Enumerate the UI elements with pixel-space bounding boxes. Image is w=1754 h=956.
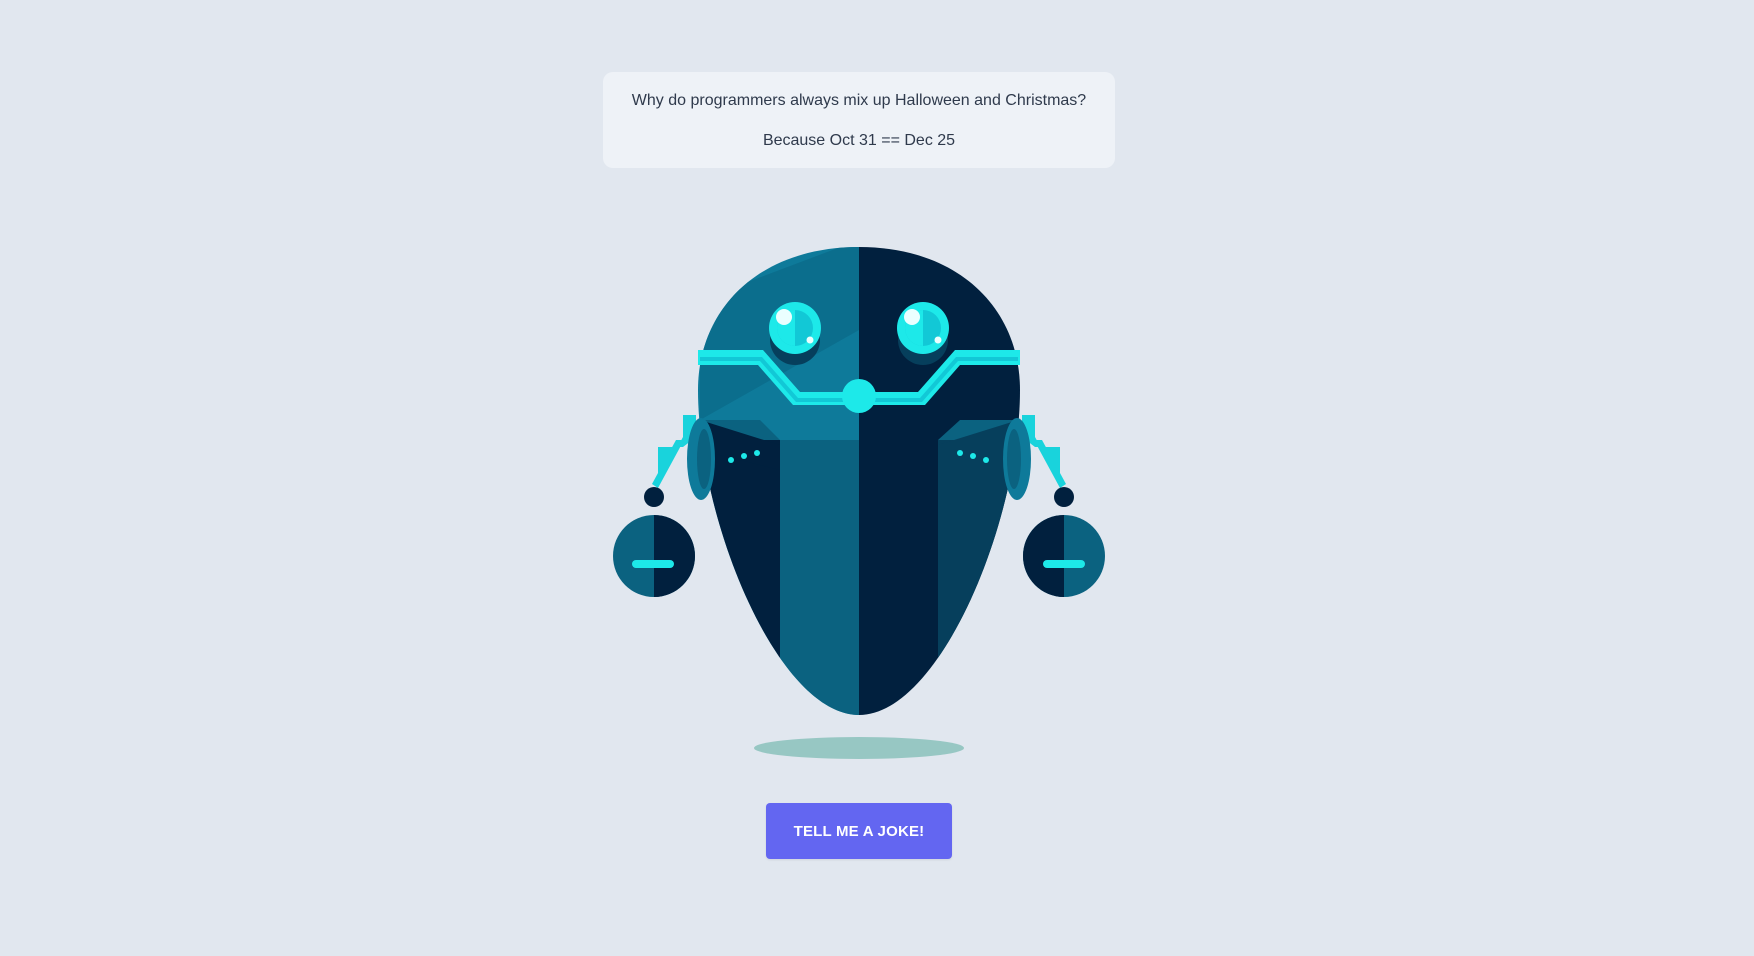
- robot-body: [698, 247, 1020, 715]
- robot-shadow: [754, 737, 964, 759]
- robot-illustration-icon: [613, 247, 1105, 759]
- tell-joke-button[interactable]: TELL ME A JOKE!: [766, 803, 952, 859]
- joke-card: Why do programmers always mix up Hallowe…: [603, 72, 1115, 168]
- joke-punchline-text: Because Oct 31 == Dec 25: [762, 132, 956, 149]
- robot-right-arm: [1022, 415, 1105, 597]
- joke-setup-text: Why do programmers always mix up Hallowe…: [631, 92, 1087, 109]
- robot-right-eye: [897, 302, 949, 365]
- robot-left-eye: [769, 302, 821, 365]
- robot-left-arm: [613, 415, 696, 597]
- page: Why do programmers always mix up Hallowe…: [0, 0, 1754, 956]
